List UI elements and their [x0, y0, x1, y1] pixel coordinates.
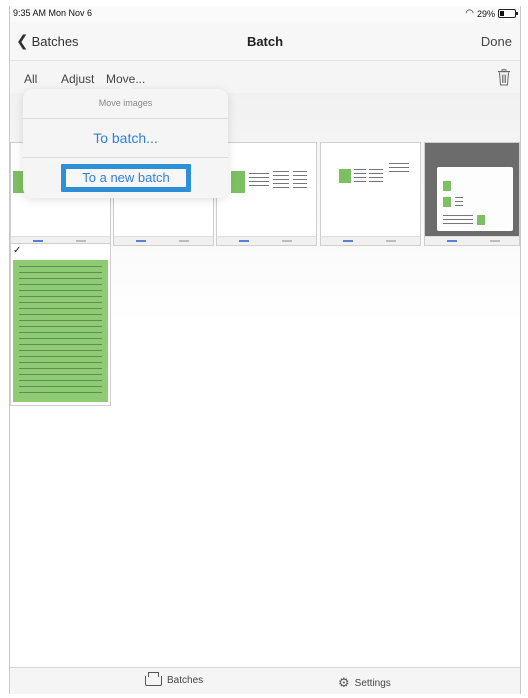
adjust-button[interactable]: Adjust	[61, 72, 94, 86]
wifi-icon: ◠	[465, 8, 474, 19]
image-thumbnail[interactable]	[424, 142, 520, 246]
to-batch-option[interactable]: To batch...	[23, 119, 228, 158]
document-preview	[13, 260, 108, 402]
dialog-preview	[437, 167, 513, 231]
battery-label: 29%	[476, 8, 495, 19]
trash-icon[interactable]	[497, 69, 511, 86]
popover-title: Move images	[23, 89, 228, 119]
all-button[interactable]: All	[24, 72, 37, 86]
status-time: 9:35 AM Mon Nov 6	[13, 8, 93, 18]
battery-icon	[498, 9, 518, 18]
tab-settings-label: Settings	[354, 677, 391, 689]
image-thumbnail[interactable]	[320, 142, 421, 246]
status-right: ◠ 29%	[465, 8, 518, 19]
move-images-popover: Move images To batch... To a new batch	[23, 82, 228, 198]
navigation-bar: ❮ Batches Batch Done	[10, 22, 520, 61]
tab-bar: Batches ⚙ Settings	[10, 667, 520, 694]
tab-batches[interactable]: Batches	[145, 671, 204, 686]
to-new-batch-label: To a new batch	[66, 169, 186, 187]
page-title: Batch	[246, 34, 284, 49]
status-bar: 9:35 AM Mon Nov 6 ◠ 29%	[10, 6, 520, 22]
tab-batches-label: Batches	[167, 675, 204, 686]
gear-icon: ⚙	[338, 675, 350, 690]
to-new-batch-option[interactable]: To a new batch	[61, 164, 191, 192]
checkmark-icon: ✓	[13, 245, 22, 256]
app-window: 9:35 AM Mon Nov 6 ◠ 29% ❮ Batches Batch …	[9, 6, 521, 694]
tab-settings[interactable]: ⚙ Settings	[338, 675, 391, 691]
image-thumbnail[interactable]	[216, 142, 317, 246]
done-button[interactable]: Done	[481, 34, 512, 49]
tray-icon	[145, 671, 162, 686]
selected-image-thumbnail[interactable]: ✓	[10, 243, 111, 406]
